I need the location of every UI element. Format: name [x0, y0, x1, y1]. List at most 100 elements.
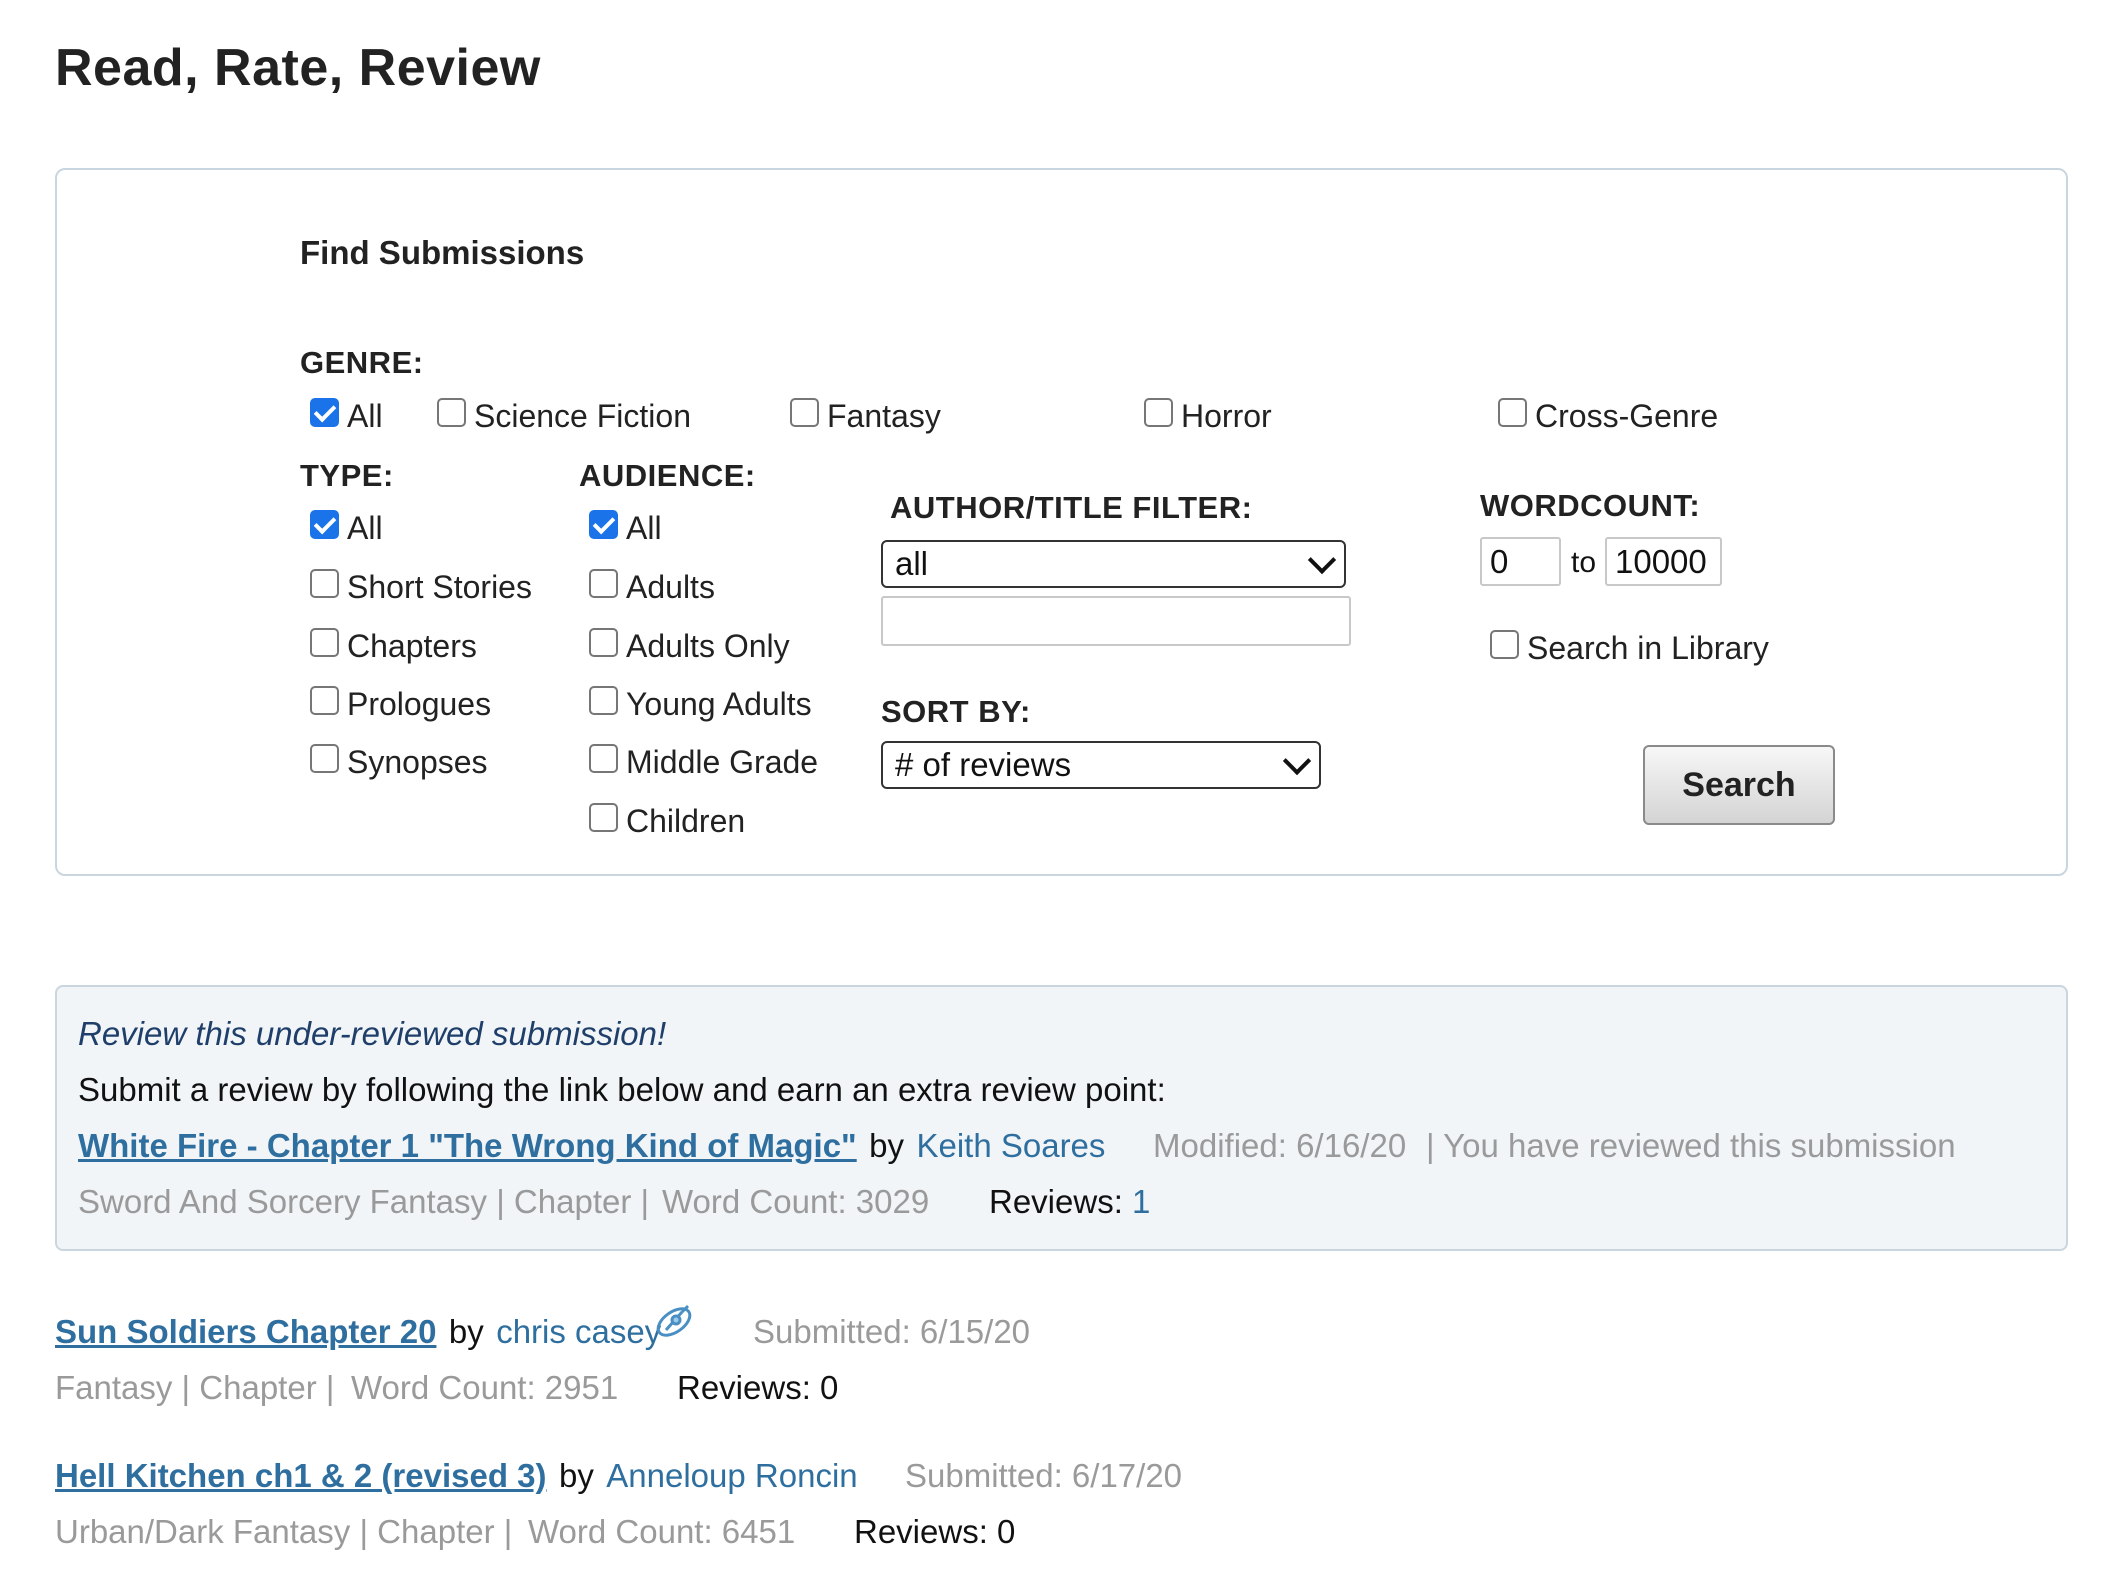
author-filter-input[interactable]: [881, 596, 1351, 646]
wordcount-to-label: to: [1571, 546, 1597, 579]
checkbox-label: Short Stories: [347, 569, 532, 605]
checkbox-label: Chapters: [347, 628, 477, 664]
submission-meta: Urban/Dark Fantasy | Chapter |: [55, 1513, 513, 1550]
checkbox-box[interactable]: [1490, 630, 1519, 659]
checkbox-label: All: [347, 510, 383, 546]
checkbox-label: All: [347, 398, 383, 434]
page-title: Read, Rate, Review: [55, 39, 541, 97]
featured-heading: Review this under-reviewed submission!: [78, 1015, 667, 1052]
by-label: by: [448, 1313, 484, 1350]
search-in-library-checkbox[interactable]: Search in Library: [1490, 630, 1769, 667]
checkbox-box[interactable]: [589, 569, 618, 598]
chevron-down-icon: [1307, 545, 1337, 575]
checkbox-box[interactable]: [1498, 398, 1527, 427]
checkbox-label: Science Fiction: [474, 398, 691, 434]
genre-horror-checkbox[interactable]: Horror: [1144, 398, 1272, 435]
author-title-filter-label: AUTHOR/TITLE FILTER:: [890, 490, 1253, 525]
author-filter-selected: all: [895, 545, 929, 582]
type-synopses-checkbox[interactable]: Synopses: [310, 744, 488, 781]
audience-middle-grade-checkbox[interactable]: Middle Grade: [589, 744, 818, 781]
audience-all-checkbox[interactable]: All: [589, 510, 662, 547]
checkbox-box[interactable]: [589, 686, 618, 715]
search-button[interactable]: Search: [1643, 745, 1835, 825]
type-short-stories-checkbox[interactable]: Short Stories: [310, 569, 532, 606]
submission-title-link[interactable]: Hell Kitchen ch1 & 2 (revised 3): [55, 1457, 547, 1494]
checkbox-box[interactable]: [1144, 398, 1173, 427]
rocket-icon: [656, 1304, 692, 1337]
type-chapters-checkbox[interactable]: Chapters: [310, 628, 477, 665]
by-label: by: [558, 1457, 594, 1494]
submission-reviews: Reviews: 0: [677, 1369, 839, 1406]
checkbox-label: Adults Only: [626, 628, 790, 664]
genre-all-checkbox[interactable]: All: [310, 398, 383, 435]
checkbox-label: Fantasy: [827, 398, 941, 434]
checkbox-box[interactable]: [589, 803, 618, 832]
submission-meta: Fantasy | Chapter |: [55, 1369, 335, 1406]
submission-word-count: Word Count: 2951: [351, 1369, 619, 1406]
checkbox-label: Adults: [626, 569, 715, 605]
genre-science-fiction-checkbox[interactable]: Science Fiction: [437, 398, 691, 435]
checkbox-label: Horror: [1181, 398, 1272, 434]
submission-author-link[interactable]: Anneloup Roncin: [606, 1457, 857, 1494]
submission-title-row: Sun Soldiers Chapter 20 by chris casey: [55, 1313, 661, 1351]
checkbox-label: All: [626, 510, 662, 546]
featured-author-link[interactable]: Keith Soares: [916, 1127, 1105, 1164]
checkbox-label: Middle Grade: [626, 744, 819, 780]
checkbox-box[interactable]: [310, 510, 339, 539]
submission-title-link[interactable]: Sun Soldiers Chapter 20: [55, 1313, 436, 1350]
checkbox-label: Young Adults: [626, 686, 812, 722]
checkbox-box[interactable]: [437, 398, 466, 427]
checkbox-box[interactable]: [310, 686, 339, 715]
sort-by-selected: # of reviews: [895, 746, 1072, 783]
featured-reviews: Reviews: 1: [989, 1183, 1150, 1221]
audience-label: AUDIENCE:: [579, 458, 756, 493]
featured-word-count: Word Count: 3029: [662, 1183, 930, 1220]
type-prologues-checkbox[interactable]: Prologues: [310, 686, 491, 723]
page: Read, Rate, Review Find Submissions GENR…: [0, 0, 2126, 1576]
audience-adults-checkbox[interactable]: Adults: [589, 569, 715, 606]
featured-reviews-count-link[interactable]: 1: [1132, 1183, 1150, 1220]
checkbox-box[interactable]: [589, 510, 618, 539]
type-all-checkbox[interactable]: All: [310, 510, 383, 547]
submission-date: Submitted: 6/17/20: [905, 1457, 1183, 1494]
featured-subtext: Submit a review by following the link be…: [78, 1071, 1166, 1108]
type-label: TYPE:: [300, 458, 394, 493]
checkbox-box[interactable]: [310, 398, 339, 427]
wordcount-min-input[interactable]: 0: [1480, 537, 1561, 586]
checkbox-box[interactable]: [790, 398, 819, 427]
audience-young-adults-checkbox[interactable]: Young Adults: [589, 686, 812, 723]
submission-date: Submitted: 6/15/20: [753, 1313, 1031, 1350]
checkbox-box[interactable]: [310, 569, 339, 598]
checkbox-label: Cross-Genre: [1535, 398, 1719, 434]
checkbox-box[interactable]: [589, 744, 618, 773]
checkbox-box[interactable]: [589, 628, 618, 657]
sort-by-label: SORT BY:: [881, 694, 1031, 729]
submission-reviews: Reviews: 0: [854, 1513, 1016, 1550]
genre-cross-genre-checkbox[interactable]: Cross-Genre: [1498, 398, 1718, 435]
submission-author-link[interactable]: chris casey: [496, 1313, 661, 1350]
checkbox-box[interactable]: [310, 628, 339, 657]
panel-title: Find Submissions: [300, 234, 585, 271]
featured-title-row: White Fire - Chapter 1 "The Wrong Kind o…: [78, 1127, 1105, 1165]
wordcount-max-input[interactable]: 10000: [1605, 537, 1722, 586]
checkbox-label: Synopses: [347, 744, 488, 780]
genre-label: GENRE:: [300, 345, 424, 380]
submission-word-count: Word Count: 6451: [528, 1513, 796, 1550]
wordcount-label: WORDCOUNT:: [1480, 488, 1701, 523]
featured-modified: Modified: 6/16/20: [1153, 1127, 1407, 1164]
checkbox-label: Search in Library: [1527, 630, 1769, 666]
checkbox-label: Children: [626, 803, 746, 839]
featured-reviewed-note: | You have reviewed this submission: [1426, 1127, 1956, 1164]
submission-title-row: Hell Kitchen ch1 & 2 (revised 3) by Anne…: [55, 1457, 858, 1495]
featured-title-link[interactable]: White Fire - Chapter 1 "The Wrong Kind o…: [78, 1127, 857, 1164]
reviews-label: Reviews:: [989, 1183, 1123, 1220]
checkbox-box[interactable]: [310, 744, 339, 773]
sort-by-select[interactable]: # of reviews: [881, 741, 1321, 789]
by-label: by: [869, 1127, 905, 1164]
genre-fantasy-checkbox[interactable]: Fantasy: [790, 398, 941, 435]
chevron-down-icon: [1282, 746, 1312, 776]
author-filter-select[interactable]: all: [881, 540, 1346, 588]
audience-adults-only-checkbox[interactable]: Adults Only: [589, 628, 790, 665]
checkbox-label: Prologues: [347, 686, 492, 722]
audience-children-checkbox[interactable]: Children: [589, 803, 745, 840]
